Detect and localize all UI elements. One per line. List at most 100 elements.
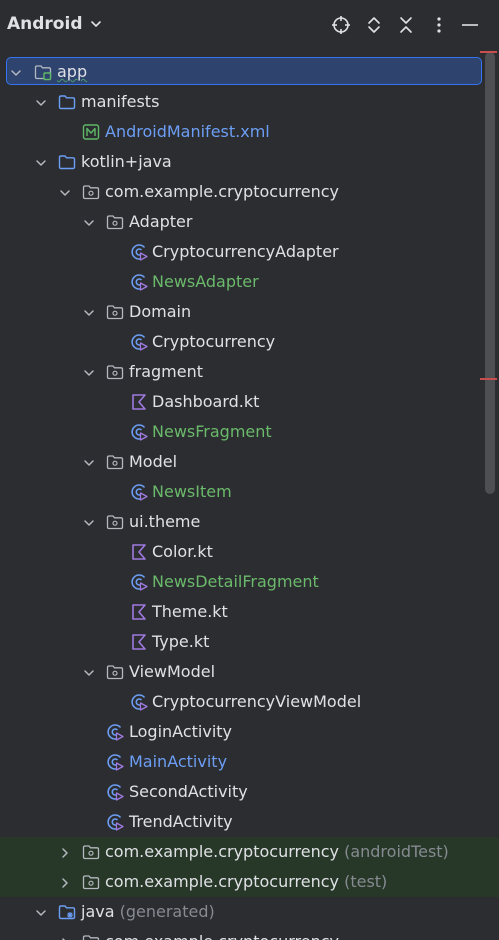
chevron-down-icon bbox=[90, 21, 101, 27]
view-selector[interactable]: Android bbox=[7, 14, 103, 34]
tree-node-model[interactable]: Model bbox=[0, 447, 499, 477]
chevron-down-icon[interactable] bbox=[82, 305, 96, 319]
chevron-down-icon[interactable] bbox=[82, 455, 96, 469]
chevron-down-icon[interactable] bbox=[82, 515, 96, 529]
chevron-down-icon[interactable] bbox=[34, 155, 48, 169]
kotlin-file-icon bbox=[130, 393, 148, 411]
tree-node-news-detail-fragment[interactable]: NewsDetailFragment bbox=[0, 567, 499, 597]
tree-node-domain[interactable]: Domain bbox=[0, 297, 499, 327]
node-name: java bbox=[81, 902, 115, 921]
tree-node-second-activity[interactable]: SecondActivity bbox=[0, 777, 499, 807]
class-icon bbox=[106, 753, 124, 771]
tree-node-cryptocurrency-viewmodel[interactable]: CryptocurrencyViewModel bbox=[0, 687, 499, 717]
tree-node-label: NewsDetailFragment bbox=[152, 572, 319, 591]
error-marker bbox=[480, 378, 497, 380]
package-icon bbox=[106, 663, 124, 681]
node-name: SecondActivity bbox=[129, 782, 248, 801]
tree-node-label: ViewModel bbox=[129, 662, 215, 681]
chevron-down-icon[interactable] bbox=[82, 665, 96, 679]
chevron-down-icon[interactable] bbox=[58, 185, 72, 199]
node-name: Adapter bbox=[129, 212, 193, 231]
node-name: CryptocurrencyViewModel bbox=[152, 692, 362, 711]
tree-node-cryptocurrency[interactable]: Cryptocurrency bbox=[0, 327, 499, 357]
node-name: NewsDetailFragment bbox=[152, 572, 319, 591]
tree-node-fragment[interactable]: fragment bbox=[0, 357, 499, 387]
tree-node-pkg-generated[interactable]: com.example.cryptocurrency bbox=[0, 927, 499, 940]
tree-node-pkg-android-test[interactable]: com.example.cryptocurrency (androidTest) bbox=[0, 837, 499, 867]
node-name: Type.kt bbox=[152, 632, 210, 651]
tree-node-label: com.example.cryptocurrency (test) bbox=[105, 872, 387, 891]
collapse-all-button[interactable] bbox=[395, 14, 417, 36]
tree-node-pkg-test[interactable]: com.example.cryptocurrency (test) bbox=[0, 867, 499, 897]
locate-icon bbox=[332, 16, 350, 34]
tree-node-news-adapter[interactable]: NewsAdapter bbox=[0, 267, 499, 297]
tree-node-login-activity[interactable]: LoginActivity bbox=[0, 717, 499, 747]
node-name: ViewModel bbox=[129, 662, 216, 681]
tree-node-viewmodel[interactable]: ViewModel bbox=[0, 657, 499, 687]
tree-node-label: Domain bbox=[129, 302, 191, 321]
tree-node-main-activity[interactable]: MainActivity bbox=[0, 747, 499, 777]
node-name: Cryptocurrency bbox=[152, 332, 276, 351]
tree-node-label: Model bbox=[129, 452, 177, 471]
class-icon bbox=[130, 573, 148, 591]
node-name: CryptocurrencyAdapter bbox=[152, 242, 339, 261]
tree-node-kotlin-java[interactable]: kotlin+java bbox=[0, 147, 499, 177]
hide-button[interactable] bbox=[459, 14, 481, 36]
node-name: NewsFragment bbox=[152, 422, 272, 441]
tree-node-androidmanifest[interactable]: AndroidManifest.xml bbox=[0, 117, 499, 147]
tree-node-label: AndroidManifest.xml bbox=[105, 122, 270, 141]
node-name: ui.theme bbox=[129, 512, 201, 531]
chevron-right-icon[interactable] bbox=[58, 875, 72, 889]
more-vert-icon bbox=[437, 17, 441, 33]
tree-node-label: Adapter bbox=[129, 212, 192, 231]
tree-node-java-generated[interactable]: java (generated) bbox=[0, 897, 499, 927]
class-icon bbox=[106, 723, 124, 741]
node-name: Domain bbox=[129, 302, 192, 321]
tree-node-label: kotlin+java bbox=[81, 152, 172, 171]
options-button[interactable] bbox=[428, 14, 450, 36]
tree-node-theme-kt[interactable]: Theme.kt bbox=[0, 597, 499, 627]
tree-node-label: TrendActivity bbox=[129, 812, 233, 831]
vertical-scrollbar[interactable] bbox=[485, 52, 495, 494]
chevron-down-icon[interactable] bbox=[82, 215, 96, 229]
node-name: com.example.cryptocurrency bbox=[105, 182, 339, 201]
tree-node-app[interactable]: app bbox=[0, 57, 499, 87]
tree-node-label: Cryptocurrency bbox=[152, 332, 275, 351]
tree-node-label: LoginActivity bbox=[129, 722, 232, 741]
tree-node-adapter[interactable]: Adapter bbox=[0, 207, 499, 237]
expand-all-button[interactable] bbox=[363, 14, 385, 36]
tree-node-cryptocurrency-adapter[interactable]: CryptocurrencyAdapter bbox=[0, 237, 499, 267]
view-selector-label: Android bbox=[7, 14, 83, 34]
tree-node-manifests[interactable]: manifests bbox=[0, 87, 499, 117]
package-icon bbox=[82, 933, 100, 940]
locate-button[interactable] bbox=[330, 14, 352, 36]
tree-node-trend-activity[interactable]: TrendActivity bbox=[0, 807, 499, 837]
tree-node-label: app bbox=[57, 62, 87, 81]
chevron-down-icon[interactable] bbox=[82, 365, 96, 379]
error-marker bbox=[480, 51, 497, 53]
node-name: LoginActivity bbox=[129, 722, 232, 741]
tree-node-news-item[interactable]: NewsItem bbox=[0, 477, 499, 507]
tree-node-ui-theme[interactable]: ui.theme bbox=[0, 507, 499, 537]
chevron-right-icon[interactable] bbox=[58, 935, 72, 940]
class-icon bbox=[130, 483, 148, 501]
class-icon bbox=[130, 423, 148, 441]
tree-node-label: java (generated) bbox=[81, 902, 215, 921]
tree-node-news-fragment[interactable]: NewsFragment bbox=[0, 417, 499, 447]
chevron-down-icon[interactable] bbox=[34, 905, 48, 919]
chevron-right-icon[interactable] bbox=[58, 845, 72, 859]
tree-node-label: Dashboard.kt bbox=[152, 392, 259, 411]
class-icon bbox=[130, 693, 148, 711]
node-name: NewsAdapter bbox=[152, 272, 259, 291]
chevron-down-icon[interactable] bbox=[9, 65, 23, 79]
node-name: com.example.cryptocurrency bbox=[105, 842, 339, 861]
tree-node-pkg-main[interactable]: com.example.cryptocurrency bbox=[0, 177, 499, 207]
node-name: fragment bbox=[129, 362, 204, 381]
node-name: Color.kt bbox=[152, 542, 213, 561]
tree-node-type-kt[interactable]: Type.kt bbox=[0, 627, 499, 657]
chevron-down-icon[interactable] bbox=[34, 95, 48, 109]
tree-node-color-kt[interactable]: Color.kt bbox=[0, 537, 499, 567]
package-icon bbox=[106, 453, 124, 471]
tree-node-dashboard-kt[interactable]: Dashboard.kt bbox=[0, 387, 499, 417]
node-name: Theme.kt bbox=[152, 602, 228, 621]
